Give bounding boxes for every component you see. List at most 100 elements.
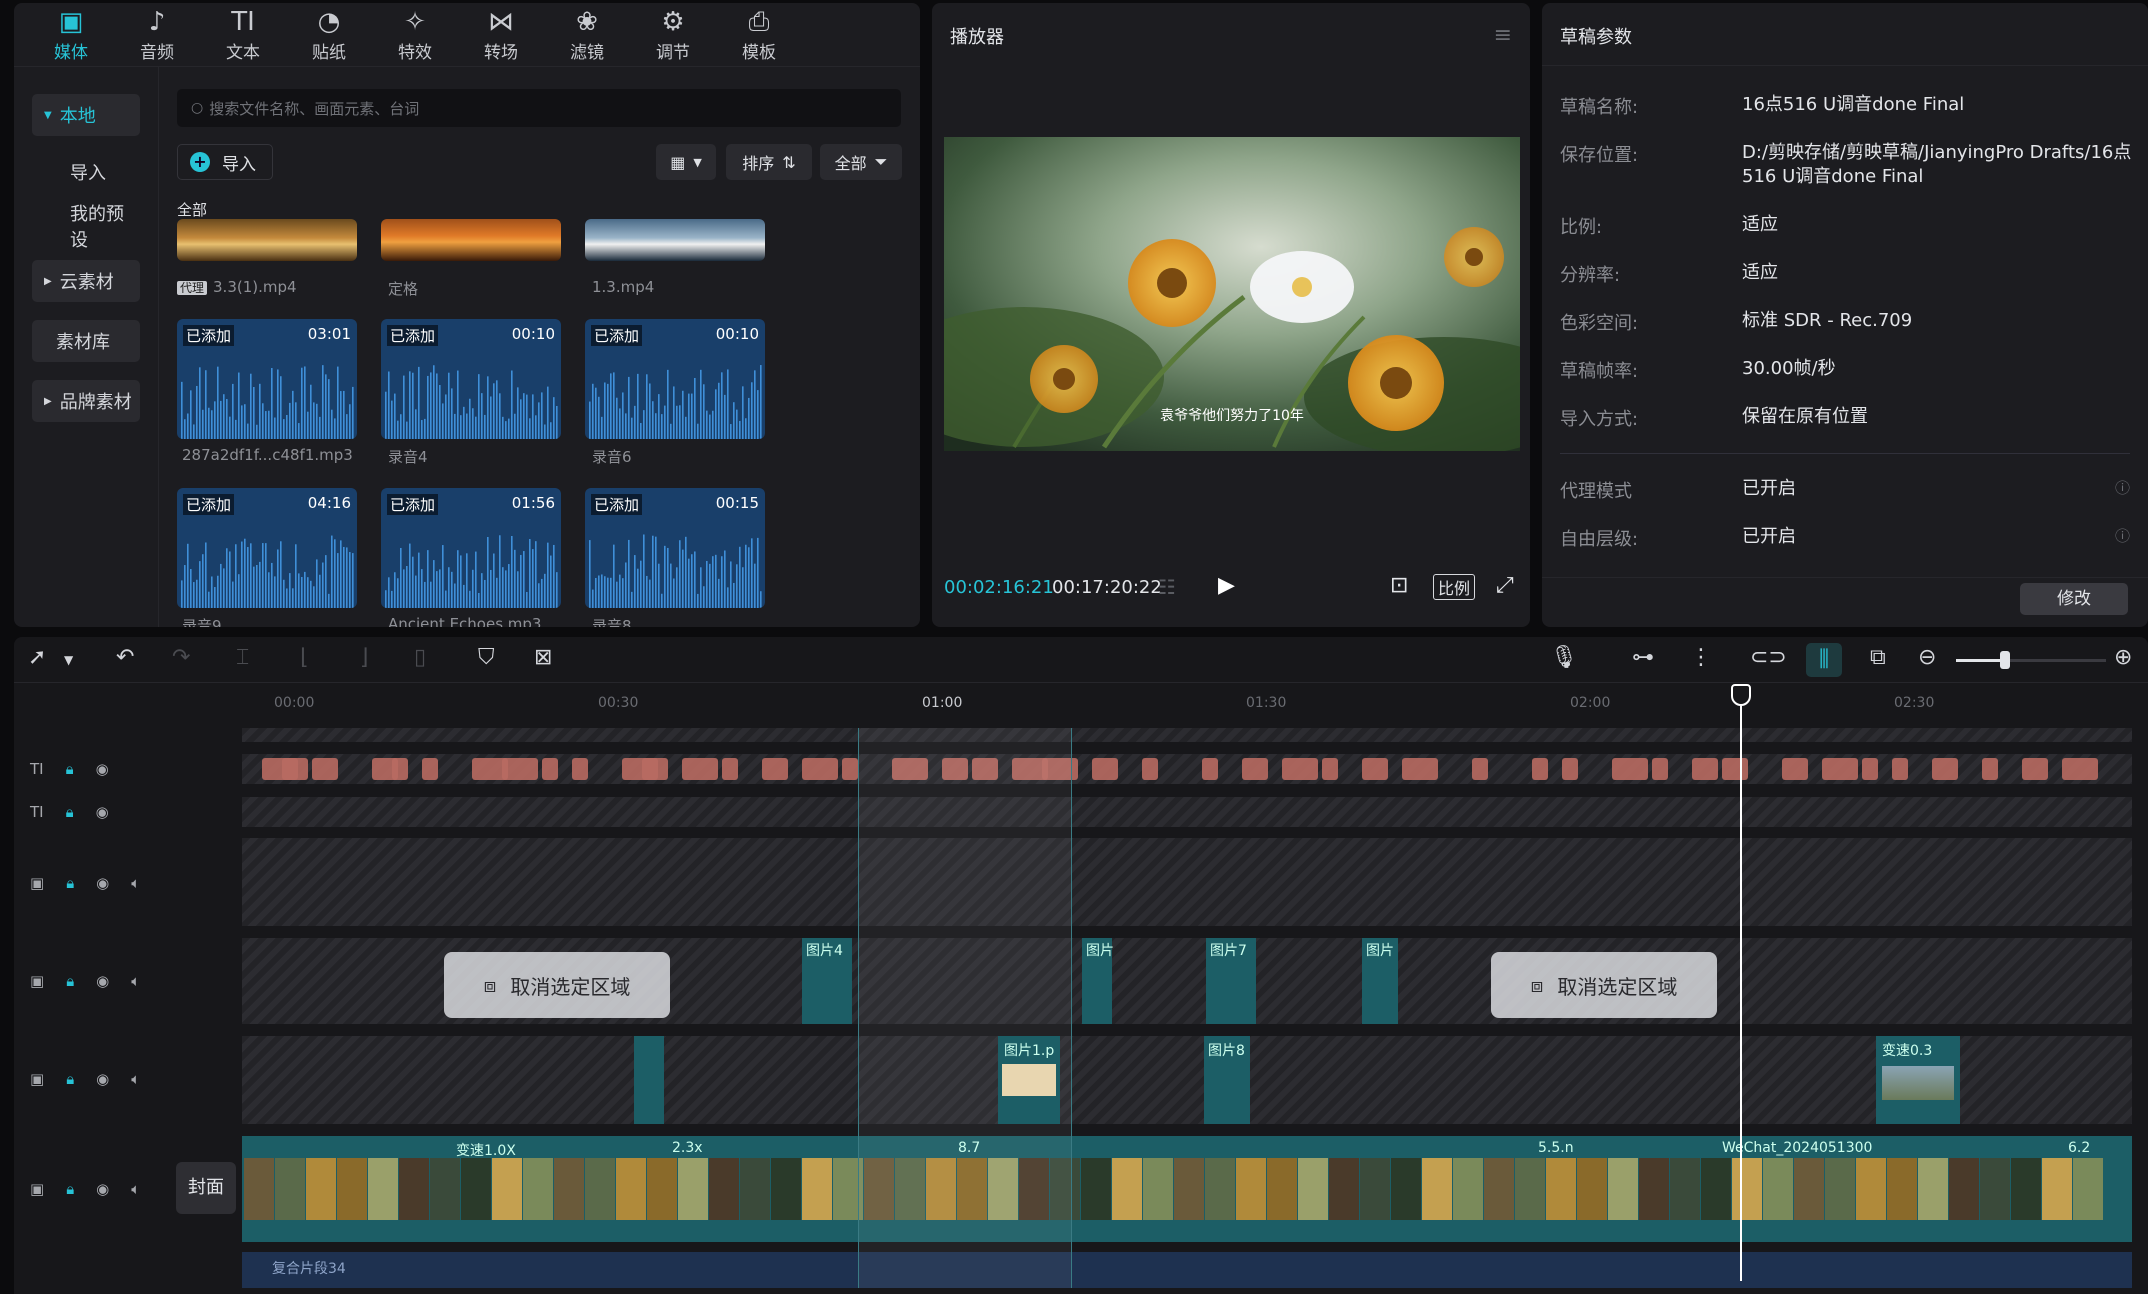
text-clip[interactable] (1782, 758, 1808, 780)
snap-icon[interactable]: ⫼ (1806, 643, 1842, 677)
video-clip[interactable]: 图片7 (1206, 938, 1256, 1024)
modify-button[interactable]: 修改 (2020, 583, 2128, 615)
mute-icon[interactable]: 🔈︎ (131, 874, 140, 892)
trim-right-icon[interactable]: ⌋ (360, 645, 369, 670)
zoom-slider[interactable] (1956, 651, 2106, 669)
view-mode-button[interactable]: ▦ ▼ (656, 144, 716, 180)
tab-sticker[interactable]: ◔ 贴纸 (286, 3, 372, 67)
video-clip[interactable]: 图片8 (1204, 1036, 1250, 1124)
text-clip[interactable] (1532, 758, 1548, 780)
tab-template[interactable]: ⎙ 模板 (716, 3, 802, 67)
eye-icon[interactable]: ◉ (96, 972, 109, 990)
mute-icon[interactable]: 🔈︎ (131, 1070, 140, 1088)
deselect-range-button[interactable]: ⧈ 取消选定区域 (1491, 952, 1717, 1018)
audio-tile[interactable]: 已添加 04:16 (177, 488, 357, 608)
video-clip[interactable]: 图片 (1082, 938, 1114, 1024)
audio-tile[interactable]: 已添加 00:15 (585, 488, 765, 608)
lock-icon[interactable]: 🔒︎ (66, 760, 74, 778)
tab-text[interactable]: TI 文本 (200, 3, 286, 67)
video-preview[interactable]: 袁爷爷他们努力了10年 (944, 137, 1520, 451)
media-thumb[interactable] (381, 219, 561, 261)
text-clip[interactable] (1892, 758, 1908, 780)
mute-icon[interactable]: 🔈︎ (131, 1180, 140, 1198)
time-ruler[interactable]: 00:00 00:30 01:00 01:30 02:00 02:30 (256, 683, 2148, 715)
compound-track[interactable]: 复合片段34 (242, 1252, 2132, 1288)
text-clip[interactable] (1612, 758, 1648, 780)
playhead[interactable] (1740, 687, 1742, 1281)
menu-icon[interactable]: ≡ (1494, 23, 1512, 48)
audio-tile[interactable]: 已添加 01:56 (381, 488, 561, 608)
text-clip[interactable] (722, 758, 738, 780)
lock-icon[interactable]: 🔒︎ (66, 1070, 74, 1088)
help-icon[interactable]: ⓘ (2115, 477, 2130, 498)
text-clip[interactable] (422, 758, 438, 780)
eye-icon[interactable]: ◉ (96, 803, 109, 821)
lock-icon[interactable]: 🔒︎ (66, 803, 74, 821)
undo-icon[interactable]: ↶ (116, 645, 134, 670)
audio-tile[interactable]: 已添加 00:10 (585, 319, 765, 439)
mute-icon[interactable]: 🔈︎ (131, 972, 140, 990)
text-track[interactable] (242, 797, 2132, 827)
eye-icon[interactable]: ◉ (96, 1180, 109, 1198)
text-clip[interactable] (282, 758, 308, 780)
text-track[interactable] (242, 754, 2132, 784)
cover-button[interactable]: 封面 (176, 1162, 236, 1214)
video-clip[interactable] (634, 1036, 664, 1124)
filter-button[interactable]: 全部 ⏷ (820, 144, 902, 180)
text-clip[interactable] (642, 758, 668, 780)
fullscreen-icon[interactable]: ⤢ (1496, 573, 1514, 598)
text-clip[interactable] (1932, 758, 1958, 780)
text-clip[interactable] (1282, 758, 1318, 780)
text-clip[interactable] (1822, 758, 1858, 780)
search-input[interactable]: ○ 搜索文件名称、画面元素、台词 (177, 89, 901, 127)
preview-axis-icon[interactable]: ⋮ (1690, 645, 1712, 670)
preview-window-icon[interactable]: ⧉ (1870, 645, 1886, 670)
text-clip[interactable] (1692, 758, 1718, 780)
lock-icon[interactable]: 🔒︎ (66, 1180, 74, 1198)
auto-reframe-icon[interactable]: ⊠ (534, 645, 552, 670)
media-thumb[interactable] (177, 219, 357, 261)
import-button[interactable]: + 导入 (177, 144, 273, 180)
video-clip[interactable]: 图片1.p (998, 1036, 1060, 1124)
text-clip[interactable] (1142, 758, 1158, 780)
playhead-handle[interactable] (1731, 684, 1751, 706)
text-clip[interactable] (1862, 758, 1878, 780)
selected-range[interactable] (858, 728, 1072, 1288)
play-icon[interactable]: ▶ (1218, 573, 1235, 598)
tab-audio[interactable]: ♪ 音频 (114, 3, 200, 67)
video-clip[interactable]: 图片 (1362, 938, 1398, 1024)
sort-button[interactable]: 排序 ⇅ (726, 144, 812, 180)
tab-effects[interactable]: ✧ 特效 (372, 3, 458, 67)
audio-tile[interactable]: 已添加 00:10 (381, 319, 561, 439)
audio-tile[interactable]: 已添加 03:01 (177, 319, 357, 439)
timeline-grid-icon[interactable]: ☷ (1158, 575, 1176, 599)
eye-icon[interactable]: ◉ (96, 1070, 109, 1088)
text-clip[interactable] (1322, 758, 1338, 780)
help-icon[interactable]: ⓘ (2115, 525, 2130, 546)
sidebar-item-local[interactable]: ▼ 本地 (32, 94, 140, 136)
text-clip[interactable] (802, 758, 838, 780)
text-clip[interactable] (1202, 758, 1218, 780)
zoom-out-icon[interactable]: ⊖ (1918, 645, 1936, 670)
eye-icon[interactable]: ◉ (96, 874, 109, 892)
lock-icon[interactable]: 🔒︎ (66, 972, 74, 990)
zoom-in-icon[interactable]: ⊕ (2114, 645, 2132, 670)
video-clip[interactable]: 图片4 (802, 938, 852, 1024)
text-clip[interactable] (1092, 758, 1118, 780)
lock-icon[interactable]: 🔒︎ (66, 874, 74, 892)
text-clip[interactable] (1722, 758, 1748, 780)
tab-filter[interactable]: ❀ 滤镜 (544, 3, 630, 67)
redo-icon[interactable]: ↷ (172, 645, 190, 670)
text-clip[interactable] (572, 758, 588, 780)
tab-media[interactable]: ▣ 媒体 (28, 3, 114, 67)
text-clip[interactable] (2062, 758, 2098, 780)
tab-transition[interactable]: ⋈ 转场 (458, 3, 544, 67)
link-main-icon[interactable]: ⊶ (1632, 645, 1654, 670)
eye-icon[interactable]: ◉ (96, 760, 109, 778)
video-track[interactable] (242, 838, 2132, 926)
ratio-button[interactable]: 比例 (1433, 574, 1476, 600)
sidebar-item-import[interactable]: 导入 (32, 151, 140, 193)
text-clip[interactable] (1652, 758, 1668, 780)
sidebar-item-cloud[interactable]: ▶ 云素材 (32, 260, 140, 302)
text-clip[interactable] (1472, 758, 1488, 780)
